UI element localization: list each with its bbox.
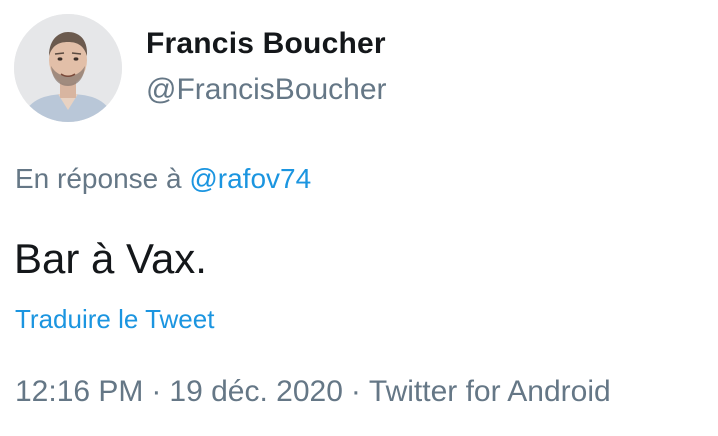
profile-photo-icon [14, 14, 122, 122]
tweet-metadata: 12:16 PM · 19 déc. 2020 · Twitter for Androi… [15, 373, 611, 411]
reply-context: En réponse à @rafov74 [15, 162, 311, 196]
tweet-time[interactable]: 12:16 PM [15, 375, 143, 408]
author-display-name[interactable]: Francis Boucher [146, 26, 386, 62]
author-handle[interactable]: @FrancisBoucher [146, 72, 387, 108]
separator-dot: · [151, 375, 162, 408]
avatar[interactable] [14, 14, 122, 122]
reply-mention-link[interactable]: @rafov74 [189, 163, 311, 194]
reply-prefix: En réponse à [15, 163, 182, 194]
separator-dot: · [350, 375, 361, 408]
tweet-date[interactable]: 19 déc. 2020 [169, 375, 342, 408]
tweet-card: Francis Boucher @FrancisBoucher En répon… [0, 0, 718, 436]
tweet-source[interactable]: Twitter for Android [369, 375, 611, 408]
translate-tweet-link[interactable]: Traduire le Tweet [15, 303, 214, 335]
tweet-text: Bar à Vax. [14, 235, 207, 282]
